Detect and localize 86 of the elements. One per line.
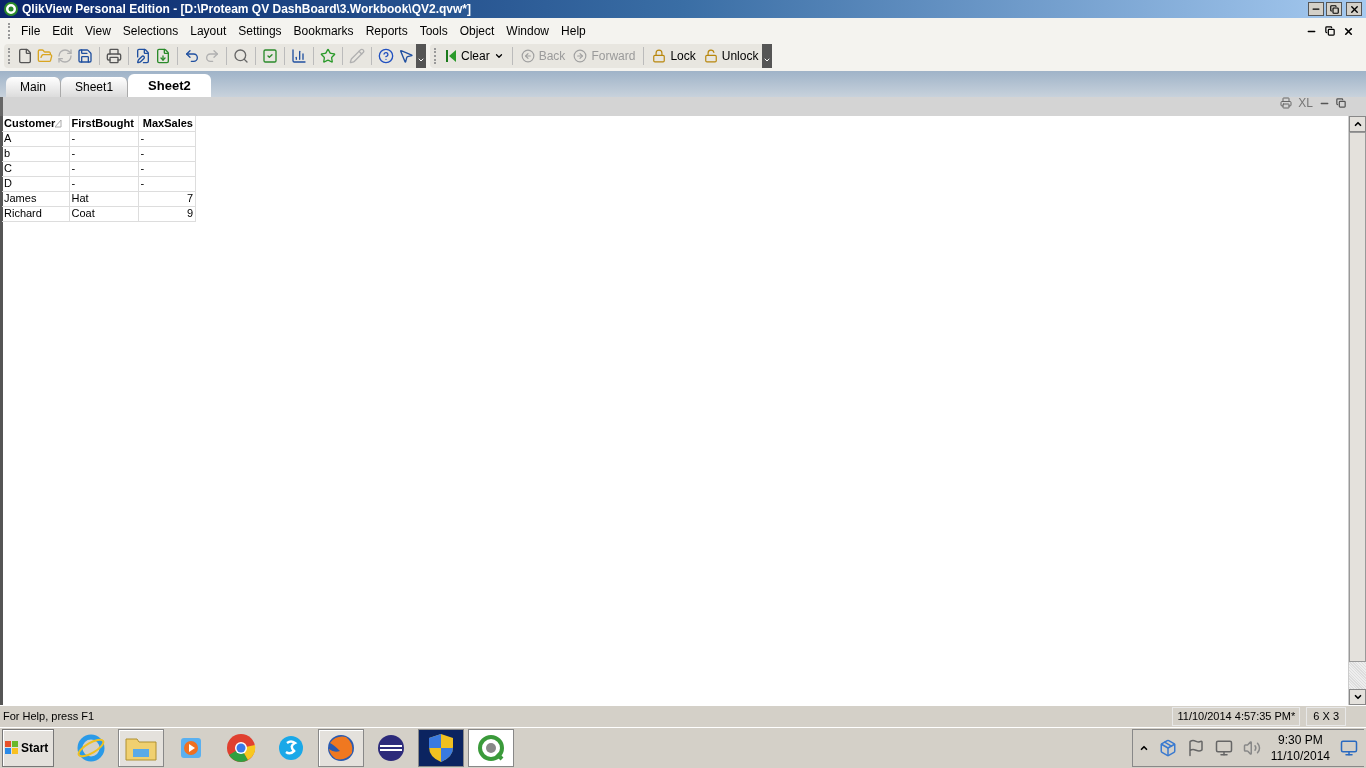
caret-icon [763, 56, 772, 64]
unlock-button[interactable]: Unlock [699, 45, 763, 67]
sheet-tab[interactable]: Sheet1 [61, 77, 129, 97]
restore-icon [1336, 98, 1346, 108]
menu-item[interactable]: Layout [184, 22, 233, 40]
ring-icon [76, 733, 106, 763]
sphere-icon [376, 733, 406, 763]
minimize-button[interactable] [1308, 2, 1324, 16]
column-header[interactable]: FirstBought [69, 116, 138, 131]
ring-icon [477, 734, 505, 762]
table-cell: 7 [138, 191, 196, 206]
close-icon [1348, 3, 1360, 15]
shield-icon [428, 733, 454, 763]
close-button[interactable] [1346, 2, 1362, 16]
network-icon [1214, 739, 1233, 757]
file-explorer-taskbar-button[interactable] [118, 729, 164, 767]
restore-button[interactable] [1326, 2, 1342, 16]
flag-icon [1186, 739, 1205, 757]
table-cell: - [69, 131, 138, 146]
box-icon [1158, 739, 1177, 757]
scroll-up-button[interactable] [1349, 116, 1366, 132]
bubble-icon [277, 734, 305, 762]
menu-item[interactable]: Reports [359, 22, 414, 40]
clock-time: 9:30 PM [1278, 732, 1323, 748]
table-cell: - [69, 161, 138, 176]
sheet-tab[interactable]: Sheet2 [128, 74, 211, 97]
table-cell: - [138, 161, 196, 176]
clear-button[interactable]: Clear [441, 45, 508, 67]
lock-icon [652, 49, 667, 63]
menu-item[interactable]: File [15, 22, 47, 40]
clock-date: 11/10/2014 [1270, 748, 1330, 764]
table-cell: Hat [69, 191, 138, 206]
scrollbar-thumb[interactable] [1349, 132, 1366, 662]
firefox-taskbar-button[interactable] [318, 729, 364, 767]
table-cell: A [2, 131, 69, 146]
table-cell: C [2, 161, 69, 176]
windows-logo-icon [5, 741, 19, 755]
app-logo-icon [4, 2, 18, 16]
restore-icon [1329, 4, 1339, 14]
table-cell: - [69, 176, 138, 191]
column-header[interactable]: Customer [2, 116, 69, 131]
menu-item[interactable]: Bookmarks [287, 22, 360, 40]
menu-item[interactable]: View [79, 22, 117, 40]
lock-button[interactable]: Lock [648, 45, 700, 67]
table-cell: - [138, 146, 196, 161]
menu-item[interactable]: Edit [46, 22, 80, 40]
volume-icon [1242, 739, 1261, 757]
toolbar-overflow-button[interactable] [762, 44, 773, 68]
menu-item[interactable]: Selections [116, 22, 185, 40]
security-taskbar-button[interactable] [418, 729, 464, 767]
sheet-tab[interactable]: Main [6, 77, 61, 97]
table-cell: b [2, 146, 69, 161]
column-header[interactable]: MaxSales [138, 116, 196, 131]
table-cell: 9 [138, 206, 196, 221]
table-cell: D [2, 176, 69, 191]
sort-indicator-icon [55, 118, 63, 128]
show-hidden-icons-icon [1138, 743, 1149, 753]
close-icon [1343, 25, 1354, 37]
restore-icon [1325, 26, 1335, 36]
menu-item[interactable]: Settings [232, 22, 288, 40]
menu-item[interactable]: Tools [413, 22, 454, 40]
table-cell: James [2, 191, 69, 206]
table-cell: Coat [69, 206, 138, 221]
table-cell: Richard [2, 206, 69, 221]
qlikview-taskbar-button[interactable] [468, 729, 514, 767]
menu-item[interactable]: Window [500, 22, 556, 40]
status-timestamp: 11/10/2014 4:57:35 PM* [1172, 707, 1301, 726]
unlock-icon [703, 49, 718, 63]
scroll-down-button[interactable] [1349, 689, 1366, 705]
window-title: QlikView Personal Edition - [D:\Proteam QV DashBoard\3.Workbook\QV2.qvw*] [22, 1, 471, 18]
start-button[interactable]: Start [2, 729, 54, 767]
table-cell: - [138, 176, 196, 191]
table-cell: - [69, 146, 138, 161]
status-size: 6 X 3 [1306, 707, 1346, 726]
folder-icon [125, 735, 157, 761]
play-icon [178, 735, 204, 761]
table-cell: - [138, 131, 196, 146]
status-help-text: For Help, press F1 [2, 709, 95, 725]
caret-icon [493, 51, 504, 61]
caret-icon [417, 56, 425, 64]
clear-icon [445, 49, 457, 63]
menu-item[interactable]: Object [453, 22, 501, 40]
wheel-icon [226, 733, 256, 763]
menu-item[interactable]: Help [555, 22, 592, 40]
globe-icon [326, 733, 356, 763]
show-desktop-icon [1340, 739, 1358, 757]
